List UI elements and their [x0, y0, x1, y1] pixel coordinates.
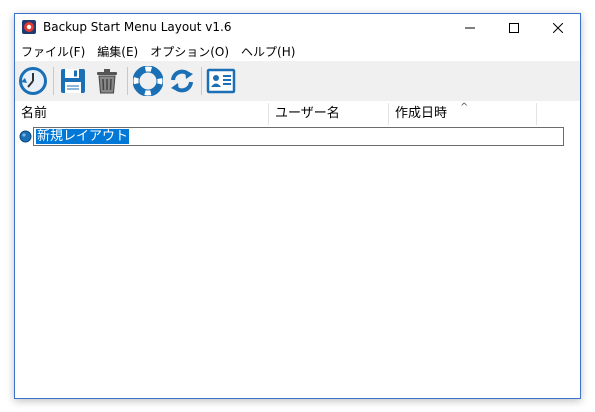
- close-button[interactable]: [536, 14, 580, 41]
- app-window: Backup Start Menu Layout v1.6 ファイル(F) 編集…: [14, 13, 581, 399]
- menu-help[interactable]: ヘルプ(H): [235, 43, 301, 60]
- minimize-button[interactable]: [448, 14, 492, 41]
- delete-button[interactable]: [91, 65, 123, 97]
- layout-list[interactable]: 名前 ユーザー名 作成日時 ^ 新規レイアウト: [15, 101, 580, 398]
- toolbar-separator: [53, 67, 54, 95]
- minimize-icon: [465, 27, 475, 28]
- lifebuoy-icon: [133, 66, 163, 96]
- list-header: 名前 ユーザー名 作成日時 ^: [15, 103, 580, 125]
- save-icon: [61, 69, 85, 93]
- toolbar-separator: [127, 67, 128, 95]
- save-button[interactable]: [57, 65, 89, 97]
- menu-options[interactable]: オプション(O): [144, 43, 235, 60]
- list-item[interactable]: 新規レイアウト: [17, 127, 564, 147]
- backup-button[interactable]: [17, 65, 49, 97]
- user-info-button[interactable]: [205, 65, 237, 97]
- rename-input[interactable]: 新規レイアウト: [33, 127, 564, 146]
- column-username[interactable]: ユーザー名: [269, 103, 389, 125]
- backup-clock-icon: [19, 67, 47, 95]
- menu-edit[interactable]: 編集(E): [91, 43, 144, 60]
- layout-item-icon: [19, 130, 32, 143]
- app-logo-icon: [21, 19, 37, 35]
- id-card-icon: [206, 68, 236, 94]
- sort-indicator-icon: ^: [460, 102, 469, 113]
- help-button[interactable]: [132, 65, 164, 97]
- refresh-icon: [171, 69, 193, 93]
- menu-file[interactable]: ファイル(F): [15, 43, 91, 60]
- menu-bar: ファイル(F) 編集(E) オプション(O) ヘルプ(H): [15, 41, 580, 61]
- close-icon: [553, 22, 563, 33]
- refresh-button[interactable]: [166, 65, 198, 97]
- window-title: Backup Start Menu Layout v1.6: [43, 20, 232, 34]
- title-bar[interactable]: Backup Start Menu Layout v1.6: [15, 14, 580, 41]
- maximize-button[interactable]: [492, 14, 536, 41]
- toolbar-separator: [201, 67, 202, 95]
- maximize-icon: [509, 22, 519, 33]
- trash-icon: [97, 69, 117, 94]
- column-name[interactable]: 名前: [15, 103, 269, 125]
- rename-input-text: 新規レイアウト: [36, 129, 130, 144]
- toolbar: [15, 61, 580, 101]
